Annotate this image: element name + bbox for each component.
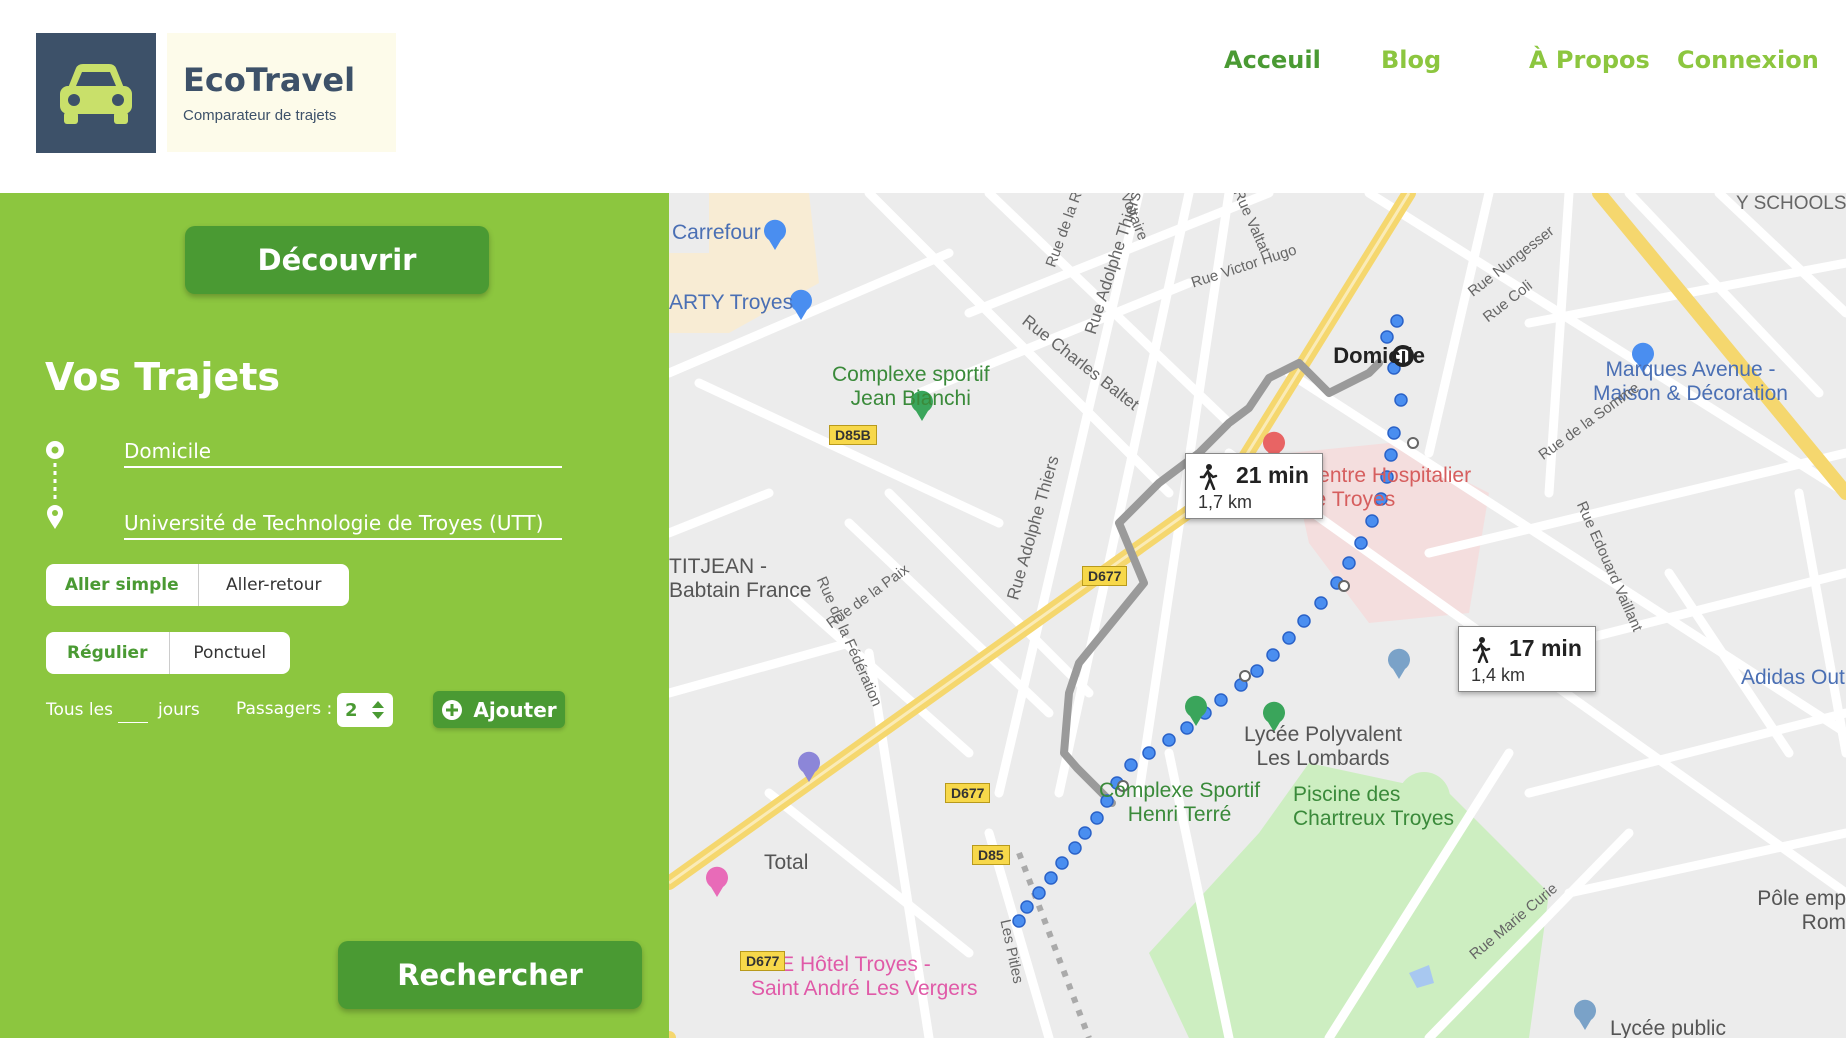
add-button[interactable]: Ajouter — [433, 691, 565, 728]
poi-complexe-terre[interactable]: Complexe Sportif Henri Terré — [1099, 779, 1260, 827]
nav-blog[interactable]: Blog — [1381, 46, 1441, 74]
poi-lycee-public[interactable]: Lycée public — [1610, 1017, 1726, 1038]
trip-type-toggle: Aller simple Aller-retour — [46, 564, 349, 606]
poi-complexe-bianchi[interactable]: Complexe sportif Jean Bianchi — [832, 363, 990, 411]
poi-hospital-line1: Centre Hospitalier — [1303, 464, 1472, 487]
poi-total[interactable]: Total — [764, 851, 808, 875]
route-a-time: 21 min — [1236, 462, 1309, 488]
passengers-label: Passagers : — [236, 699, 333, 719]
origin-map-label: Domicile — [1333, 343, 1425, 368]
map[interactable]: Carrefour ARTY Troyes Complexe sportif J… — [669, 193, 1846, 1038]
plus-circle-icon — [442, 699, 463, 720]
route-icon — [46, 441, 64, 529]
discover-button[interactable]: Découvrir — [185, 226, 489, 294]
poi-titjean[interactable]: TITJEAN - Babtain France — [669, 555, 811, 603]
passengers-value: 2 — [345, 699, 358, 721]
nav-login[interactable]: Connexion — [1677, 46, 1819, 74]
logo[interactable] — [36, 33, 156, 153]
road-shield: D677 — [945, 783, 991, 803]
poi-pole-line2: Rom — [1801, 911, 1846, 934]
poi-hospital-line2: de Troyes — [1303, 488, 1396, 511]
search-button[interactable]: Rechercher — [338, 941, 642, 1009]
poi-carrefour[interactable]: Carrefour — [672, 221, 761, 245]
trip-panel: Découvrir Vos Trajets Domicile Universit… — [0, 193, 669, 1038]
car-icon — [60, 64, 132, 124]
brand-name: EcoTravel — [183, 61, 356, 99]
one-way-option[interactable]: Aller simple — [46, 564, 199, 606]
road-shield: D677 — [1082, 566, 1128, 586]
round-trip-option[interactable]: Aller-retour — [199, 564, 350, 606]
poi-complexe-terre-line2: Henri Terré — [1127, 803, 1232, 826]
poi-marques-line1: Marques Avenue - — [1605, 358, 1776, 381]
walking-icon — [1472, 637, 1491, 663]
brand: EcoTravel Comparateur de trajets — [167, 33, 396, 152]
occasional-option[interactable]: Ponctuel — [170, 632, 291, 674]
poi-titjean-line2: Babtain France — [669, 579, 812, 602]
poi-lycee-line1: Lycée Polyvalent — [1244, 723, 1402, 746]
walking-icon — [1199, 464, 1218, 490]
destination-field[interactable]: Université de Technologie de Troyes (UTT… — [124, 511, 562, 540]
every-label: Tous les — [46, 700, 113, 720]
road-shield: D677 — [740, 951, 786, 971]
section-title: Vos Trajets — [45, 355, 280, 399]
poi-lycee[interactable]: Lycée Polyvalent Les Lombards — [1244, 723, 1402, 771]
nav-about[interactable]: À Propos — [1529, 46, 1650, 74]
road-shield: D85B — [829, 425, 877, 445]
poi-lycee-line2: Les Lombards — [1256, 747, 1390, 770]
passengers-stepper[interactable]: 2 — [337, 693, 393, 727]
nav-home[interactable]: Acceuil — [1224, 46, 1321, 74]
road-shield: D85 — [972, 845, 1010, 865]
poi-titjean-line1: TITJEAN - — [669, 555, 767, 578]
every-days-input[interactable] — [118, 700, 148, 723]
poi-complexe-bianchi-line2: Jean Bianchi — [850, 387, 971, 410]
poi-adidas[interactable]: Adidas Out — [1741, 666, 1845, 690]
days-label: jours — [158, 700, 200, 720]
poi-pole-line1: Pôle emp — [1757, 887, 1846, 910]
brand-tagline: Comparateur de trajets — [183, 107, 337, 124]
poi-schools[interactable]: Y SCHOOLS — [1736, 193, 1846, 215]
regular-option[interactable]: Régulier — [46, 632, 170, 674]
header: EcoTravel Comparateur de trajets Acceuil… — [0, 0, 1846, 193]
poi-complexe-bianchi-line1: Complexe sportif — [832, 363, 990, 386]
poi-piscine[interactable]: Piscine des Chartreux Troyes — [1293, 783, 1454, 831]
poi-piscine-line1: Piscine des — [1293, 783, 1401, 806]
poi-hotel-line2: Saint André Les Vergers — [751, 977, 978, 1000]
route-a-distance: 1,7 km — [1198, 492, 1253, 512]
route-b-distance: 1,4 km — [1471, 665, 1526, 685]
poi-pole[interactable]: Pôle emp Rom — [1754, 887, 1846, 935]
origin-field[interactable]: Domicile — [124, 439, 562, 468]
route-option-b[interactable]: 17 min 1,4 km — [1458, 626, 1596, 692]
frequency-toggle: Régulier Ponctuel — [46, 632, 290, 674]
route-b-time: 17 min — [1509, 635, 1582, 661]
poi-arty[interactable]: ARTY Troyes — [669, 291, 793, 315]
poi-piscine-line2: Chartreux Troyes — [1293, 807, 1455, 830]
route-option-a[interactable]: 21 min 1,7 km — [1185, 453, 1323, 519]
add-label: Ajouter — [473, 697, 557, 722]
poi-complexe-terre-line1: Complexe Sportif — [1099, 779, 1261, 802]
stepper-arrows-icon[interactable] — [371, 699, 385, 721]
poi-hospital[interactable]: Centre Hospitalier de Troyes — [1303, 464, 1471, 512]
